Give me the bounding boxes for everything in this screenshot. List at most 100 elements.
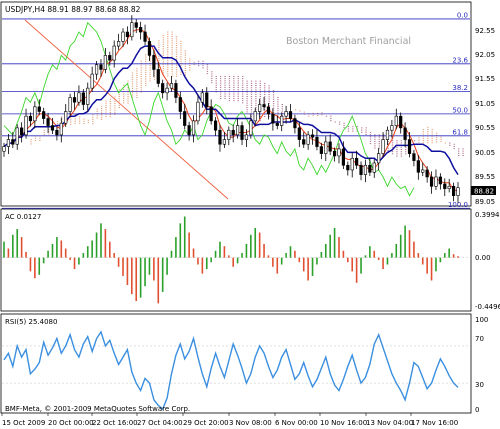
ac-tick-min: -0.4496 [475,303,500,311]
rsi-tick: 70 [475,335,484,343]
ac-tick-zero: 0.00 [475,254,491,262]
candle-body [306,134,310,145]
candle-body [50,125,55,131]
candle-body [390,125,394,131]
candle-body [363,164,368,175]
rsi-tick: 30 [475,381,484,389]
candle-body [258,104,262,112]
candle-body [86,87,90,105]
candle-body [72,97,77,103]
candle-body [169,83,174,89]
fib-level-label: 50.0 [452,106,468,114]
candle-body [68,97,72,112]
candle-body [2,146,6,152]
candle-body [385,129,390,140]
candle-body [205,92,209,108]
candle-body [381,139,385,154]
candle-body [108,55,112,61]
candle-body [350,157,354,171]
candle-body [262,104,266,108]
candle-body [147,41,152,56]
candle-body [359,164,363,175]
candle-body [451,186,456,196]
candle-body [152,55,156,70]
candle-body [183,111,187,126]
candle-body [324,141,328,154]
candle-body [112,45,116,61]
rsi-label: RSI(5) 25.4080 [5,318,57,326]
chart-window: 0.0 23.6 38.2 50.0 61.8 100.0 USDJPY,H4 88.91… [0,0,500,429]
candle-body [196,101,200,122]
time-tick: 3 Nov 08:00 [229,419,272,427]
current-price-label: 88.82 [474,188,494,196]
candle-body [266,106,271,115]
price-tick: 90.55 [475,124,495,132]
candle-body [438,176,442,185]
candle-body [200,92,204,103]
candle-body [328,141,332,152]
candle-body [94,64,99,75]
candle-body [421,169,425,173]
time-tick: 6 Nov 00:00 [275,419,318,427]
candle-body [412,153,416,161]
price-tick: 91.05 [475,100,495,108]
candle-body [134,22,138,28]
candle-body [319,146,323,154]
time-tick: 22 Oct 16:00 [92,419,138,427]
candle-body [403,127,407,140]
time-tick: 27 Oct 04:00 [137,419,183,427]
price-tick: 89.05 [475,198,495,206]
candle-body [46,118,50,126]
candle-body [6,139,11,147]
time-tick: 17 Nov 16:00 [411,419,458,427]
fib-level-label: 23.6 [452,56,468,64]
candle-body [341,148,345,166]
candle-body [443,183,447,189]
candle-body [447,186,451,189]
candle-body [143,31,147,42]
candle-body [399,115,403,129]
candle-body [90,73,94,89]
time-tick: 13 Nov 04:00 [366,419,413,427]
symbol-label: USDJPY,H4 88.91 88.97 88.68 88.82 [5,5,141,14]
candle-body [156,69,160,84]
ac-tick-max: 0.3994 [475,211,500,219]
price-tick: 90.05 [475,149,495,157]
candle-body [407,139,412,154]
candle-body [81,92,85,105]
ac-panel [0,208,472,312]
candle-body [174,83,178,98]
candle-body [77,92,81,103]
watermark: Boston Merchant Financial [286,36,411,47]
candle-body [213,120,218,131]
candle-body [59,122,63,136]
candle-body [191,120,196,136]
chart-canvas: 0.023.638.250.061.8100.0 USDJPY,H4 88.91… [0,1,500,427]
candle-body [429,176,434,187]
candle-body [434,176,438,187]
candle-body [280,115,284,126]
candle-body [20,127,24,136]
candle-body [346,164,350,171]
candle-body [187,125,191,136]
candle-body [33,106,37,122]
candle-body [178,97,182,112]
time-tick: 15 Oct 2009 [2,419,45,427]
candle-body [218,129,222,145]
candle-body [11,139,15,145]
candle-body [103,55,107,70]
candle-body [130,22,134,38]
candle-body [302,139,306,145]
candle-body [161,83,165,94]
candle-body [377,153,381,164]
candle-body [231,129,235,136]
candle-body [64,111,68,124]
candle-body [337,148,341,157]
candle-body [222,139,226,145]
price-axis: 92.55 92.05 91.55 91.05 90.55 90.05 89.5… [475,27,495,206]
candle-body [244,134,249,140]
rsi-tick: 100 [475,316,488,324]
candle-body [42,111,46,119]
candle-body [99,64,103,70]
candle-body [227,129,231,140]
